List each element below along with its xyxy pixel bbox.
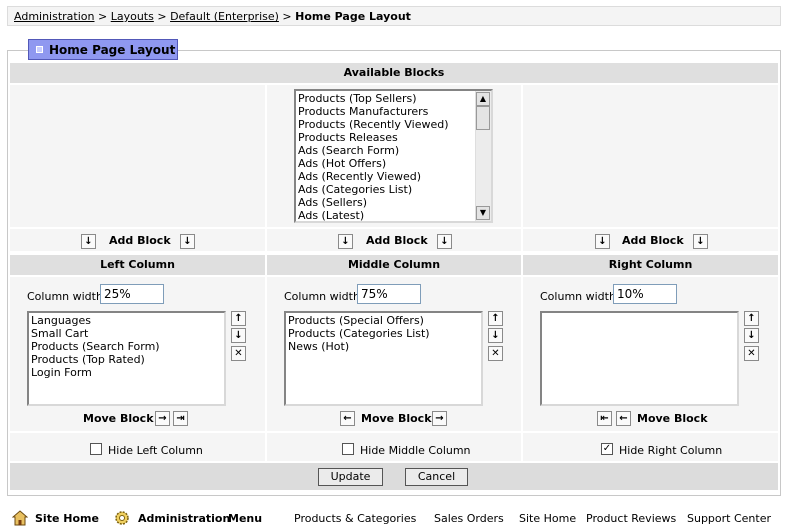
add-left-arrow-down-icon[interactable]: ↓ [180, 234, 195, 249]
administration-text: Administration [138, 512, 231, 525]
list-item[interactable]: Login Form [31, 366, 222, 379]
list-item[interactable]: Products Releases [298, 131, 473, 144]
left-column-header: Left Column [10, 255, 265, 275]
button-bar [10, 463, 778, 490]
move-up-arrow-up-icon[interactable]: ↑ [231, 311, 246, 326]
move-down-arrow-down-icon[interactable]: ↓ [488, 328, 503, 343]
administration-link[interactable]: Administration [138, 512, 230, 525]
add-middle-arrow-down-icon[interactable]: ↓ [338, 234, 353, 249]
breadcrumb-current: Home Page Layout [295, 10, 411, 23]
available-cell-right [523, 85, 778, 227]
move-up-arrow-up-icon[interactable]: ↑ [744, 311, 759, 326]
list-item[interactable]: Ads (Categories List) [298, 183, 473, 196]
list-item[interactable]: Ads (Recently Viewed) [298, 170, 473, 183]
left-column-list[interactable]: Languages Small Cart Products (Search Fo… [27, 311, 226, 406]
list-item[interactable]: Ads (Search Form) [298, 144, 473, 157]
menu-text: Menu [228, 512, 263, 525]
available-blocks-list[interactable]: Products (Top Sellers) Products Manufact… [294, 89, 493, 223]
page-title: Home Page Layout [28, 39, 178, 60]
hide-right-checkbox[interactable]: ✓ [601, 443, 613, 455]
move-block-left-label: Move Block [83, 412, 154, 425]
hide-middle-checkbox[interactable] [342, 443, 354, 455]
list-item[interactable]: Products (Special Offers) [288, 314, 479, 327]
update-button[interactable]: Update [318, 468, 383, 486]
move-down-arrow-down-icon[interactable]: ↓ [231, 328, 246, 343]
list-item[interactable]: Products (Search Form) [31, 340, 222, 353]
add-block-right-button[interactable]: Add Block [622, 234, 684, 247]
right-column-header: Right Column [523, 255, 778, 275]
column-width-label: Column width [284, 290, 360, 303]
move-block-middle-label: Move Block [361, 412, 432, 425]
move-far-left-double-arrow-icon[interactable]: ⇤ [597, 411, 612, 426]
move-up-arrow-up-icon[interactable]: ↑ [488, 311, 503, 326]
hide-right-label: Hide Right Column [619, 444, 723, 457]
cancel-button[interactable]: Cancel [405, 468, 468, 486]
list-item[interactable]: Products (Recently Viewed) [298, 118, 473, 131]
right-column-list[interactable] [540, 311, 739, 406]
breadcrumb-link-default[interactable]: Default (Enterprise) [170, 10, 279, 23]
breadcrumb-link-layouts[interactable]: Layouts [111, 10, 154, 23]
scroll-up-icon[interactable]: ▲ [476, 92, 490, 106]
list-item[interactable]: Ads (Latest) [298, 209, 473, 221]
footer-link-products-categories[interactable]: Products & Categories [294, 512, 416, 525]
scroll-thumb[interactable] [476, 106, 490, 130]
footer-link-support-center[interactable]: Support Center [687, 512, 771, 525]
breadcrumb-link-administration[interactable]: Administration [14, 10, 95, 23]
move-left-arrow-left-icon[interactable]: ← [340, 411, 355, 426]
hide-middle-label: Hide Middle Column [360, 444, 471, 457]
move-down-arrow-down-icon[interactable]: ↓ [744, 328, 759, 343]
right-column-width-input[interactable]: 10% [613, 284, 677, 304]
gear-icon[interactable] [114, 510, 130, 526]
move-far-right-double-arrow-icon[interactable]: ⇥ [173, 411, 188, 426]
list-item[interactable]: Ads (Sellers) [298, 196, 473, 209]
footer-link-product-reviews[interactable]: Product Reviews [586, 512, 676, 525]
list-item[interactable]: Small Cart [31, 327, 222, 340]
hide-left-checkbox[interactable] [90, 443, 102, 455]
menu-link[interactable]: Menu [228, 512, 262, 525]
breadcrumb-separator: > [98, 10, 108, 23]
add-right-arrow-down-icon[interactable]: ↓ [595, 234, 610, 249]
footer-link-sales-orders[interactable]: Sales Orders [434, 512, 504, 525]
middle-column-width-input[interactable]: 75% [357, 284, 421, 304]
add-block-left-button[interactable]: Add Block [109, 234, 171, 247]
breadcrumb-separator: > [157, 10, 167, 23]
list-item[interactable]: News (Hot) [288, 340, 479, 353]
page-title-text: Home Page Layout [49, 43, 176, 57]
remove-close-icon[interactable]: ✕ [488, 346, 503, 361]
hide-left-label: Hide Left Column [108, 444, 203, 457]
remove-close-icon[interactable]: ✕ [744, 346, 759, 361]
add-block-middle-button[interactable]: Add Block [366, 234, 428, 247]
column-width-label: Column width [27, 290, 103, 303]
breadcrumb-separator: > [282, 10, 292, 23]
middle-column-header: Middle Column [267, 255, 521, 275]
add-middle-arrow-down-icon[interactable]: ↓ [437, 234, 452, 249]
left-column-width-input[interactable]: 25% [100, 284, 164, 304]
available-cell-left [10, 85, 265, 227]
move-right-arrow-right-icon[interactable]: → [155, 411, 170, 426]
site-home-link[interactable]: Site Home [35, 512, 99, 525]
footer-link-site-home[interactable]: Site Home [519, 512, 576, 525]
bullet-icon [36, 46, 43, 53]
middle-column-list[interactable]: Products (Special Offers) Products (Cate… [284, 311, 483, 406]
column-width-label: Column width [540, 290, 616, 303]
scroll-down-icon[interactable]: ▼ [476, 206, 490, 220]
move-left-arrow-left-icon[interactable]: ← [616, 411, 631, 426]
list-item[interactable]: Products (Top Sellers) [298, 92, 473, 105]
list-item[interactable]: Ads (Hot Offers) [298, 157, 473, 170]
move-block-right-label: Move Block [637, 412, 708, 425]
list-item[interactable]: Products Manufacturers [298, 105, 473, 118]
add-left-arrow-down-icon[interactable]: ↓ [81, 234, 96, 249]
move-right-arrow-right-icon[interactable]: → [432, 411, 447, 426]
add-right-arrow-down-icon[interactable]: ↓ [693, 234, 708, 249]
available-blocks-header: Available Blocks [10, 63, 778, 83]
remove-close-icon[interactable]: ✕ [231, 346, 246, 361]
list-item[interactable]: Products (Top Rated) [31, 353, 222, 366]
breadcrumb: Administration > Layouts > Default (Ente… [7, 6, 781, 26]
home-icon[interactable] [11, 510, 29, 526]
list-item[interactable]: Languages [31, 314, 222, 327]
site-home-text: Site Home [35, 512, 99, 525]
list-item[interactable]: Products (Categories List) [288, 327, 479, 340]
